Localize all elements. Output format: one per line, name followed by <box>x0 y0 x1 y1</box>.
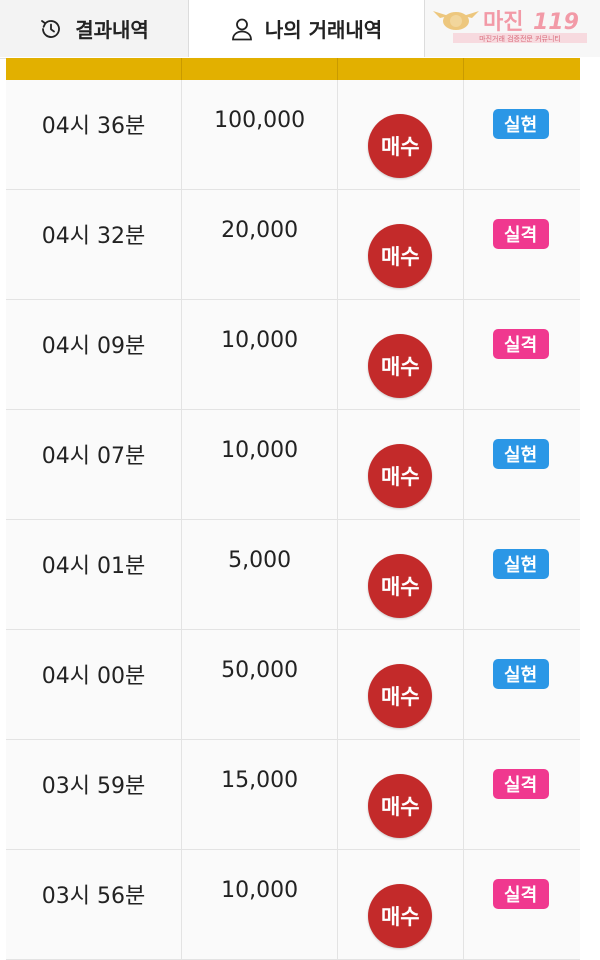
tab-results[interactable]: 결과내역 <box>0 0 189 57</box>
buy-button[interactable]: 매수 <box>368 774 433 838</box>
action-cell: 매수 <box>338 300 464 409</box>
trade-amount: 20,000 <box>221 218 299 243</box>
header-cell <box>338 58 464 80</box>
amount-cell: 15,000 <box>182 740 339 849</box>
trade-amount: 100,000 <box>214 108 306 133</box>
buy-button[interactable]: 매수 <box>368 444 433 508</box>
buy-button[interactable]: 매수 <box>368 224 433 288</box>
result-cell: 실격 <box>464 300 580 409</box>
site-logo: 마진 119 마진거래 검증전문 커뮤니티 <box>425 0 600 57</box>
tab-my-trades-label: 나의 거래내역 <box>264 18 383 42</box>
result-cell: 실현 <box>464 520 580 629</box>
result-badge: 실현 <box>492 659 549 689</box>
header-cell <box>464 58 580 80</box>
action-cell: 매수 <box>338 410 464 519</box>
action-cell: 매수 <box>338 850 464 959</box>
action-cell: 매수 <box>338 520 464 629</box>
table-row: 04시 36분 100,000 매수 실현 <box>6 80 580 190</box>
time-cell: 03시 59분 <box>6 740 183 849</box>
tab-my-trades[interactable]: 나의 거래내역 <box>189 0 425 57</box>
amount-cell: 10,000 <box>182 410 339 519</box>
trade-time: 04시 07분 <box>41 444 146 469</box>
buy-button[interactable]: 매수 <box>368 554 433 618</box>
trade-time: 03시 56분 <box>41 884 146 909</box>
result-cell: 실격 <box>464 190 580 299</box>
amount-cell: 20,000 <box>182 190 339 299</box>
time-cell: 04시 01분 <box>6 520 183 629</box>
table-row: 04시 01분 5,000 매수 실현 <box>6 520 580 630</box>
result-badge: 실격 <box>492 219 549 249</box>
trade-time: 04시 36분 <box>41 114 146 139</box>
svg-text:마진: 마진 <box>483 10 523 35</box>
header-cell <box>6 58 183 80</box>
result-badge: 실현 <box>492 439 549 469</box>
amount-cell: 10,000 <box>182 850 339 959</box>
result-badge: 실격 <box>492 769 549 799</box>
table-row: 04시 32분 20,000 매수 실격 <box>6 190 580 300</box>
time-cell: 04시 36분 <box>6 80 183 189</box>
table-row: 03시 59분 15,000 매수 실격 <box>6 740 580 850</box>
trade-amount: 5,000 <box>228 548 292 573</box>
buy-button[interactable]: 매수 <box>368 664 433 728</box>
action-cell: 매수 <box>338 190 464 299</box>
time-cell: 03시 56분 <box>6 850 183 959</box>
trade-amount: 10,000 <box>221 328 299 353</box>
svg-text:마진거래 검증전문 커뮤니티: 마진거래 검증전문 커뮤니티 <box>479 34 561 43</box>
time-cell: 04시 32분 <box>6 190 183 299</box>
action-cell: 매수 <box>338 740 464 849</box>
svg-text:119: 119 <box>533 10 579 35</box>
amount-cell: 50,000 <box>182 630 339 739</box>
time-cell: 04시 09분 <box>6 300 183 409</box>
table-body: 04시 36분 100,000 매수 실현 04시 32분 20,000 매수 실격 04시 0… <box>6 80 580 960</box>
table-row: 04시 07분 10,000 매수 실현 <box>6 410 580 520</box>
time-cell: 04시 07분 <box>6 410 183 519</box>
result-cell: 실현 <box>464 630 580 739</box>
amount-cell: 5,000 <box>182 520 339 629</box>
page-margin <box>580 58 600 959</box>
amount-cell: 100,000 <box>182 80 339 189</box>
action-cell: 매수 <box>338 80 464 189</box>
trade-time: 04시 01분 <box>41 554 146 579</box>
table-row: 04시 09분 10,000 매수 실격 <box>6 300 580 410</box>
buy-button[interactable]: 매수 <box>368 114 433 178</box>
trade-amount: 10,000 <box>221 438 299 463</box>
amount-cell: 10,000 <box>182 300 339 409</box>
tab-bar: 결과내역 나의 거래내역 마진 119 마진거래 검증전문 커뮤니티 <box>0 0 600 59</box>
user-icon <box>231 17 253 41</box>
buy-button[interactable]: 매수 <box>368 884 433 948</box>
action-cell: 매수 <box>338 630 464 739</box>
trade-time: 04시 00분 <box>41 664 146 689</box>
tab-results-label: 결과내역 <box>75 18 149 42</box>
trade-time: 04시 32분 <box>41 224 146 249</box>
trade-amount: 10,000 <box>221 878 299 903</box>
time-cell: 04시 00분 <box>6 630 183 739</box>
table-row: 03시 56분 10,000 매수 실격 <box>6 850 580 960</box>
result-cell: 실격 <box>464 740 580 849</box>
result-cell: 실격 <box>464 850 580 959</box>
result-badge: 실격 <box>492 329 549 359</box>
logo-image: 마진 119 마진거래 검증전문 커뮤니티 <box>433 10 587 43</box>
buy-button[interactable]: 매수 <box>368 334 433 398</box>
history-icon <box>39 17 63 41</box>
result-cell: 실현 <box>464 410 580 519</box>
header-cell <box>182 58 339 80</box>
trade-time: 03시 59분 <box>41 774 146 799</box>
table-row: 04시 00분 50,000 매수 실현 <box>6 630 580 740</box>
trade-amount: 50,000 <box>221 658 299 683</box>
table-header <box>6 58 580 80</box>
result-badge: 실격 <box>492 879 549 909</box>
result-badge: 실현 <box>492 549 549 579</box>
trade-amount: 15,000 <box>221 768 299 793</box>
trade-history-table: 04시 36분 100,000 매수 실현 04시 32분 20,000 매수 실격 04시 0… <box>6 58 580 960</box>
result-cell: 실현 <box>464 80 580 189</box>
trade-time: 04시 09분 <box>41 334 146 359</box>
result-badge: 실현 <box>492 109 549 139</box>
